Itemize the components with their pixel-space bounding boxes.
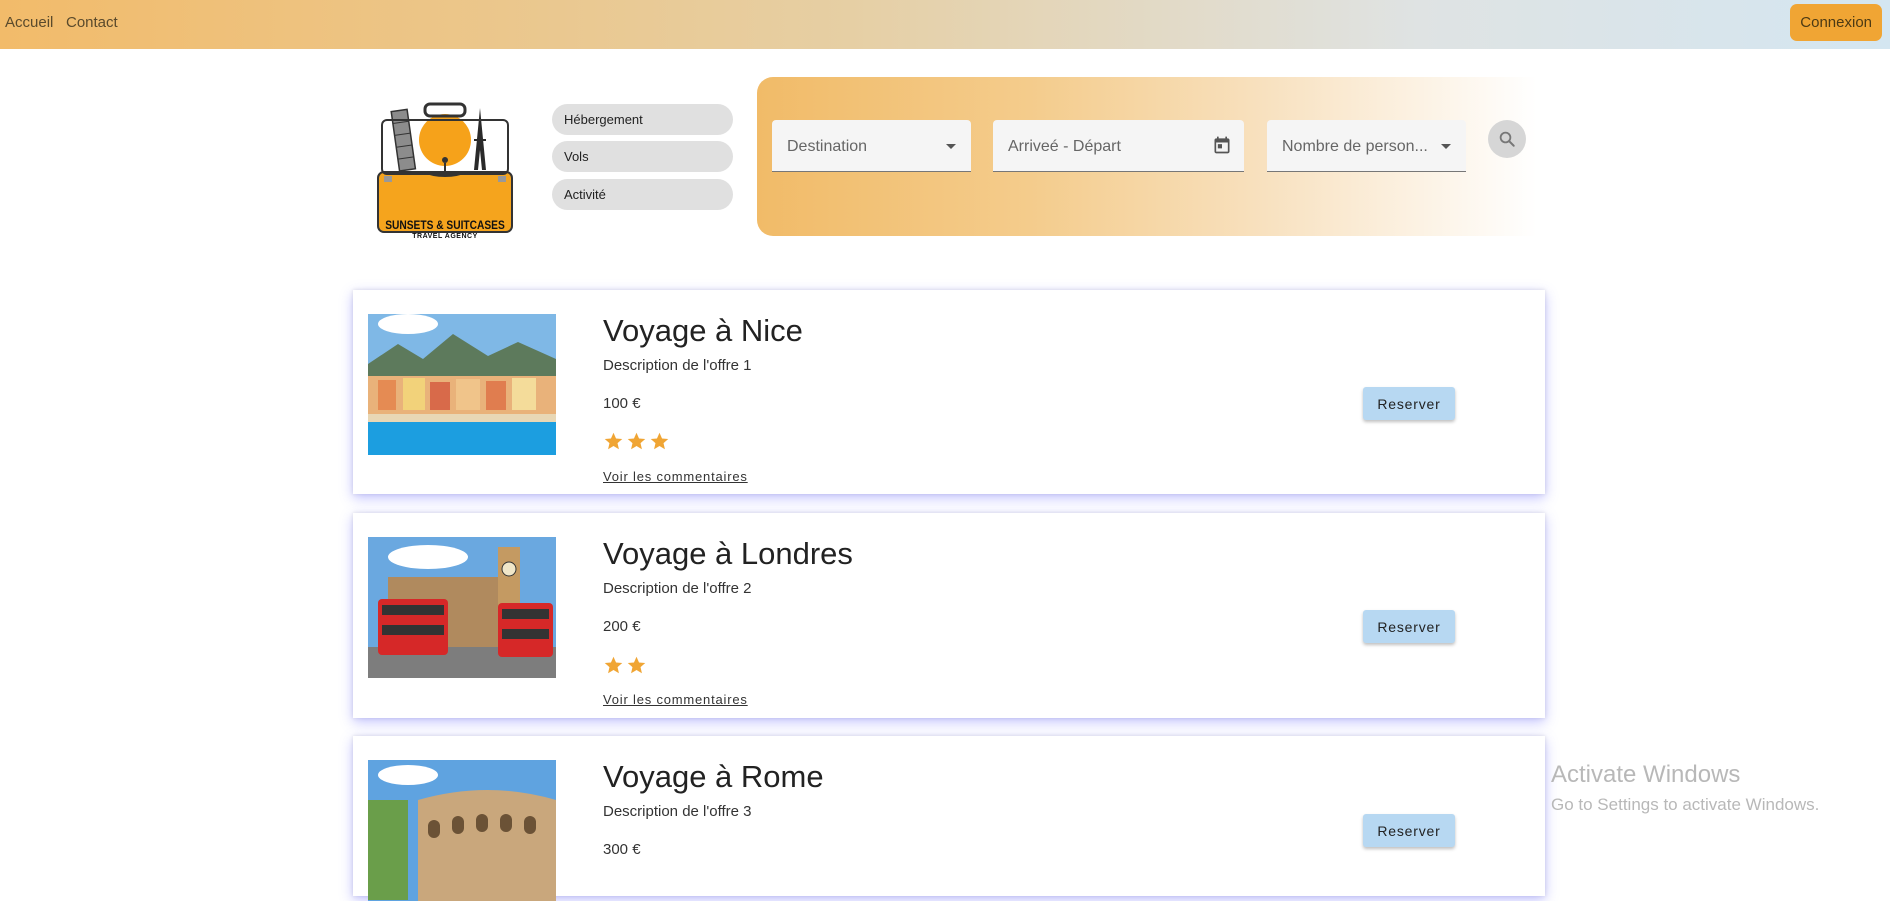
logo-subtitle: TRAVEL AGENCY	[412, 233, 478, 240]
star-icon	[650, 432, 669, 450]
star-icon	[627, 656, 646, 674]
search-icon	[1499, 131, 1515, 147]
reserve-button[interactable]: Reserver	[1363, 610, 1455, 643]
calendar-icon[interactable]	[1212, 135, 1232, 155]
offer-card: Voyage à Londres Description de l'offre …	[353, 513, 1545, 718]
offer-price: 300 €	[603, 841, 641, 858]
logo-caption: SUNSETS & SUITCASES TRAVEL AGENCY	[370, 218, 520, 240]
offer-card: Voyage à Rome Description de l'offre 3 3…	[353, 736, 1545, 901]
reserve-button[interactable]: Reserver	[1363, 387, 1455, 420]
chevron-down-icon	[1441, 144, 1451, 149]
chevron-down-icon	[946, 144, 956, 149]
offer-card: Voyage à Nice Description de l'offre 1 1…	[353, 290, 1545, 494]
people-count-select[interactable]: Nombre de person...	[1267, 120, 1466, 172]
destination-label: Destination	[787, 138, 868, 155]
offer-image	[368, 760, 556, 901]
offer-description: Description de l'offre 2	[603, 580, 752, 597]
category-hebergement[interactable]: Hébergement	[552, 104, 733, 135]
star-icon	[604, 432, 623, 450]
offer-rating	[603, 655, 647, 676]
offer-image	[368, 537, 556, 678]
offer-image	[368, 314, 556, 455]
destination-select[interactable]: Destination	[772, 120, 971, 172]
view-comments-link[interactable]: Voir les commentaires	[603, 692, 748, 707]
offer-description: Description de l'offre 1	[603, 357, 752, 374]
offer-title: Voyage à Nice	[603, 313, 803, 348]
category-activite[interactable]: Activité	[552, 179, 733, 210]
offer-price: 200 €	[603, 618, 641, 635]
offer-title: Voyage à Rome	[603, 759, 824, 794]
offer-rating	[603, 431, 670, 452]
activate-windows-subtitle: Go to Settings to activate Windows.	[1551, 795, 1820, 814]
nav-link-contact[interactable]: Contact	[66, 14, 118, 31]
top-navbar: Accueil Contact Connexion	[0, 0, 1890, 49]
people-count-label: Nombre de person...	[1282, 138, 1428, 155]
date-range-field[interactable]: Arriveé - Départ	[993, 120, 1244, 172]
offer-description: Description de l'offre 3	[603, 803, 752, 820]
reserve-button[interactable]: Reserver	[1363, 814, 1455, 847]
date-range-label: Arriveé - Départ	[1008, 138, 1121, 155]
activate-windows-title: Activate Windows	[1551, 761, 1741, 788]
search-button[interactable]	[1488, 120, 1526, 158]
nav-link-home[interactable]: Accueil	[5, 14, 53, 31]
logo-title: SUNSETS & SUITCASES	[385, 218, 505, 232]
view-comments-link[interactable]: Voir les commentaires	[603, 469, 748, 484]
offer-price: 100 €	[603, 395, 641, 412]
login-button[interactable]: Connexion	[1790, 4, 1882, 41]
category-vols[interactable]: Vols	[552, 141, 733, 172]
star-icon	[604, 656, 623, 674]
offer-title: Voyage à Londres	[603, 536, 853, 571]
star-icon	[627, 432, 646, 450]
